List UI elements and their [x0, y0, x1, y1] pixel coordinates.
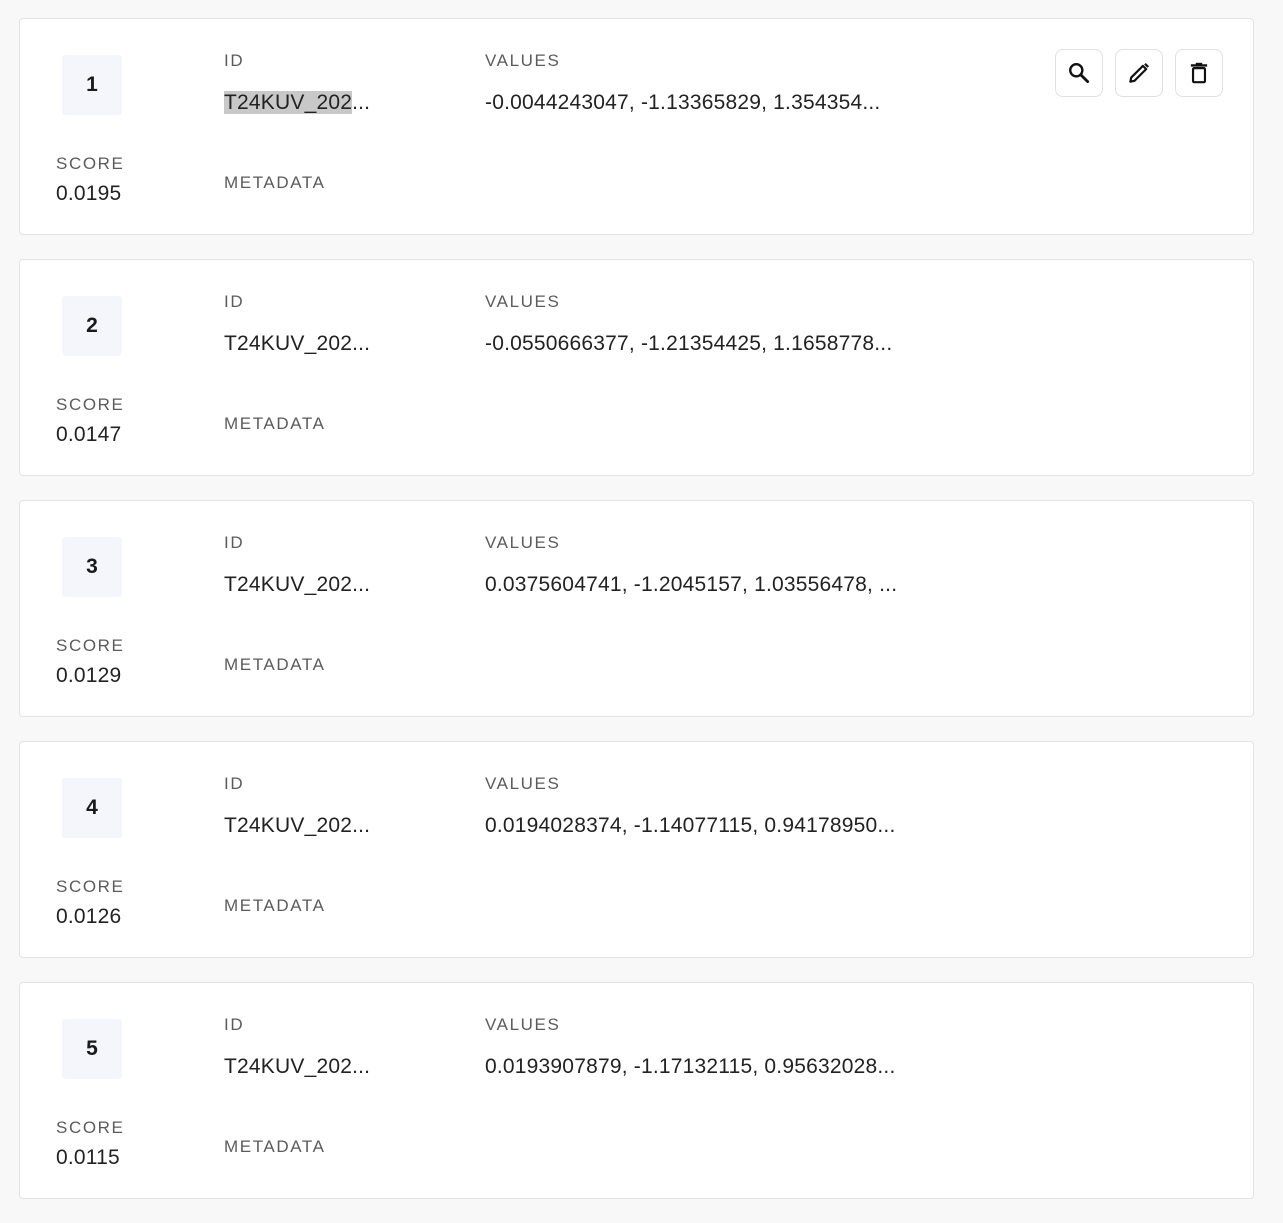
values-label: VALUES: [485, 292, 561, 311]
edit-button[interactable]: [1115, 49, 1163, 97]
row-actions: [1055, 49, 1223, 97]
score-label: SCORE: [56, 877, 125, 896]
edit-icon: [1129, 63, 1149, 83]
id-label: ID: [224, 292, 245, 311]
values-label: VALUES: [485, 774, 561, 793]
id-label: ID: [224, 1015, 245, 1034]
values-label: VALUES: [485, 51, 561, 70]
values-value: 0.0193907879, -1.17132115, 0.95632028...: [485, 1055, 896, 1078]
rank-badge: 5: [62, 1019, 122, 1079]
search-icon: [1069, 63, 1090, 84]
id-value[interactable]: T24KUV_202...: [224, 814, 370, 838]
values-value: -0.0550666377, -1.21354425, 1.1658778...: [485, 332, 893, 355]
metadata-label: METADATA: [224, 896, 326, 915]
values-label: VALUES: [485, 533, 561, 552]
result-card[interactable]: 1 ID T24KUV_202... VALUES -0.0044243047,…: [19, 18, 1254, 235]
delete-button[interactable]: [1175, 49, 1223, 97]
score-label: SCORE: [56, 636, 125, 655]
result-card[interactable]: 2 ID T24KUV_202... VALUES -0.0550666377,…: [19, 259, 1254, 476]
results-list: 1 ID T24KUV_202... VALUES -0.0044243047,…: [19, 18, 1254, 1223]
score-value: 0.0147: [56, 423, 122, 446]
result-card[interactable]: 5 ID T24KUV_202... VALUES 0.0193907879, …: [19, 982, 1254, 1199]
score-label: SCORE: [56, 154, 125, 173]
id-label: ID: [224, 774, 245, 793]
rank-badge: 2: [62, 296, 122, 356]
id-selected-text: T24KUV_202: [224, 91, 353, 114]
values-label: VALUES: [485, 1015, 561, 1034]
id-value[interactable]: T24KUV_202...: [224, 1055, 370, 1079]
score-value: 0.0126: [56, 905, 122, 928]
metadata-label: METADATA: [224, 1137, 326, 1156]
id-ellipsis: ...: [352, 91, 371, 114]
result-card[interactable]: 4 ID T24KUV_202... VALUES 0.0194028374, …: [19, 741, 1254, 958]
result-card[interactable]: 3 ID T24KUV_202... VALUES 0.0375604741, …: [19, 500, 1254, 717]
rank-badge: 4: [62, 778, 122, 838]
metadata-label: METADATA: [224, 173, 326, 192]
score-value: 0.0129: [56, 664, 122, 687]
values-value: -0.0044243047, -1.13365829, 1.354354...: [485, 91, 881, 114]
search-button[interactable]: [1055, 49, 1103, 97]
id-value[interactable]: T24KUV_202...: [224, 91, 370, 115]
values-value: 0.0194028374, -1.14077115, 0.94178950...: [485, 814, 896, 837]
metadata-label: METADATA: [224, 655, 326, 674]
values-value: 0.0375604741, -1.2045157, 1.03556478, ..…: [485, 573, 898, 596]
metadata-label: METADATA: [224, 414, 326, 433]
id-value[interactable]: T24KUV_202...: [224, 332, 370, 356]
score-label: SCORE: [56, 395, 125, 414]
rank-badge: 1: [62, 55, 122, 115]
id-label: ID: [224, 533, 245, 552]
id-label: ID: [224, 51, 245, 70]
rank-badge: 3: [62, 537, 122, 597]
delete-icon: [1190, 62, 1208, 84]
score-label: SCORE: [56, 1118, 125, 1137]
id-value[interactable]: T24KUV_202...: [224, 573, 370, 597]
score-value: 0.0115: [56, 1146, 120, 1169]
score-value: 0.0195: [56, 182, 122, 205]
